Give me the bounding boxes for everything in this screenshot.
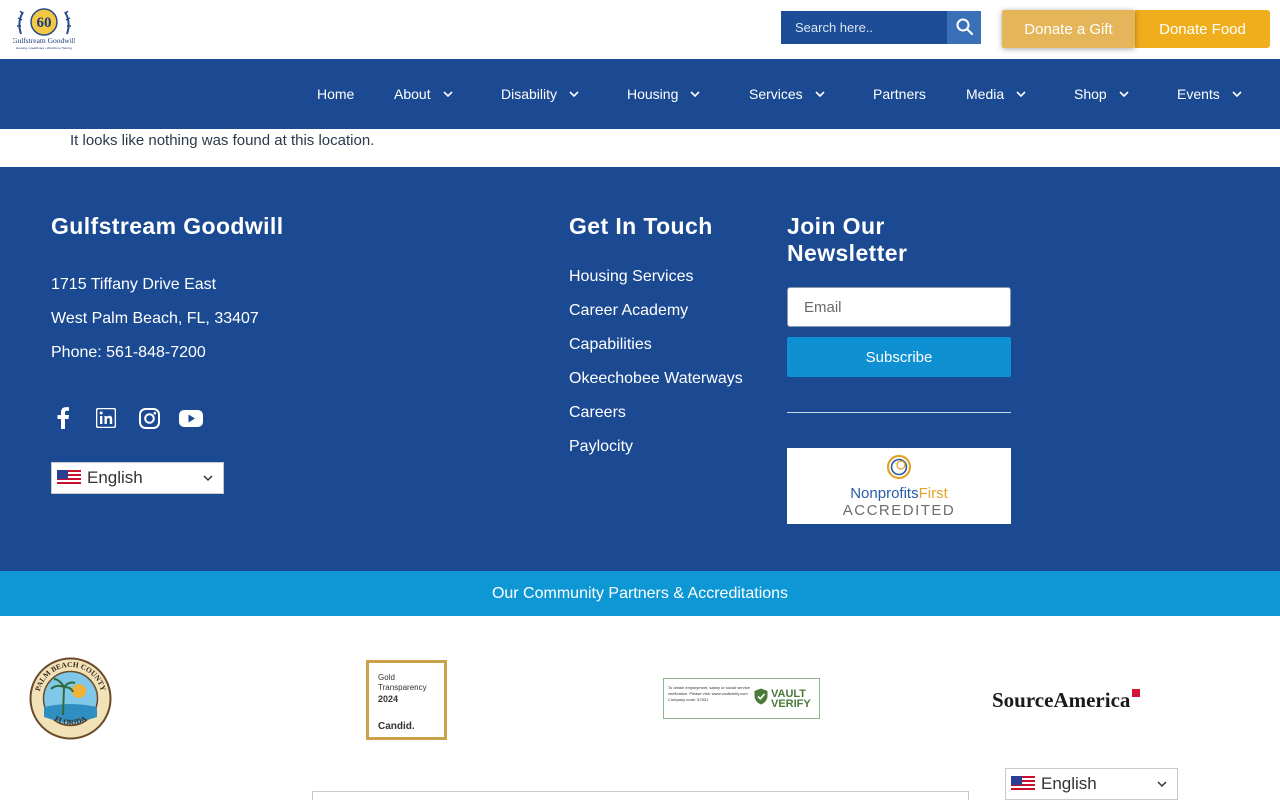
nav-item-shop[interactable]: Shop [1074, 59, 1131, 129]
footer-link-paylocity[interactable]: Paylocity [569, 438, 633, 456]
vault-verify-label: VAULT VERIFY [768, 687, 811, 710]
nav-item-services[interactable]: Services [749, 59, 827, 129]
candid-year: 2024 [378, 694, 399, 704]
subscribe-button[interactable]: Subscribe [787, 337, 1011, 377]
chevron-down-icon [567, 87, 581, 101]
nav-item-partners[interactable]: Partners [873, 59, 926, 129]
footer-link-capabilities[interactable]: Capabilities [569, 336, 652, 354]
nonprofits-first-badge[interactable]: NonprofitsFirst ACCREDITED [787, 448, 1011, 524]
sourceamerica-text: SourceAmerica [992, 688, 1131, 712]
nonprofits-first-logo-icon [885, 454, 913, 485]
email-field[interactable] [787, 287, 1011, 327]
facebook-icon[interactable] [51, 406, 75, 430]
linkedin-icon[interactable] [94, 406, 118, 430]
donate-food-button[interactable]: Donate Food [1135, 10, 1270, 48]
chevron-down-icon [1230, 87, 1244, 101]
search-icon [956, 18, 973, 38]
footer-org-heading: Gulfstream Goodwill [51, 213, 284, 239]
partners-band-label: Our Community Partners & Accreditations [491, 584, 789, 602]
nav-item-about[interactable]: About [394, 59, 455, 129]
candid-line2: Transparency [378, 683, 427, 692]
footer-link-careers[interactable]: Careers [569, 404, 626, 422]
embedded-frame [312, 791, 969, 800]
candid-line1: Gold [378, 673, 395, 682]
footer-divider [787, 412, 1011, 413]
us-flag-icon [1011, 776, 1035, 792]
nav-item-housing[interactable]: Housing [627, 59, 702, 129]
page: 60 Gulfstream Goodwill Housing • Healthc… [0, 0, 1280, 800]
candid-transparency-badge[interactable]: Gold Transparency 2024 Candid. [366, 660, 447, 740]
chevron-down-icon [813, 87, 827, 101]
chevron-down-icon [1014, 87, 1028, 101]
svg-text:Housing • Healthcare • Workfor: Housing • Healthcare • Workforce Trainin… [16, 46, 72, 50]
vault-verify-brand: VAULT VERIFY [754, 679, 819, 718]
nav-label: Home [317, 86, 355, 102]
nav-label: Events [1177, 86, 1220, 102]
nav-item-disability[interactable]: Disability [501, 59, 581, 129]
language-label: English [1041, 774, 1097, 793]
chevron-down-icon [1155, 777, 1169, 791]
nav-label: Media [966, 86, 1005, 102]
top-bar: 60 Gulfstream Goodwill Housing • Healthc… [0, 0, 1280, 71]
nav-label: Disability [501, 86, 558, 102]
badge-line1-a: Nonprofits [850, 484, 919, 502]
nav-label: About [394, 86, 431, 102]
search-input[interactable] [781, 11, 947, 44]
language-selector-floating[interactable]: English [1005, 768, 1178, 800]
phone-number: Phone: 561-848-7200 [51, 344, 206, 361]
chevron-down-icon [201, 471, 215, 485]
badge-line1-b: First [918, 484, 948, 502]
sourceamerica-square-icon [1132, 689, 1141, 697]
get-in-touch-heading: Get In Touch [569, 213, 713, 239]
sourceamerica-logo[interactable]: SourceAmerica [992, 688, 1167, 712]
nav-label: Partners [873, 86, 926, 102]
language-selector[interactable]: English [51, 462, 224, 494]
badge-line1: NonprofitsFirst [850, 485, 948, 502]
us-flag-icon [57, 470, 81, 486]
language-label: English [87, 468, 143, 487]
not-found-message: It looks like nothing was found at this … [70, 132, 375, 149]
vault-brand-2: VERIFY [771, 697, 811, 710]
youtube-icon[interactable] [179, 406, 203, 430]
palm-beach-county-seal[interactable]: PALM BEACH COUNTY FLORIDA [29, 657, 112, 740]
footer-link-okeechobee-waterways[interactable]: Okeechobee Waterways [569, 370, 743, 388]
instagram-icon[interactable] [137, 406, 161, 430]
newsletter-heading: Join Our Newsletter [787, 213, 908, 266]
nav-label: Services [749, 86, 803, 102]
search-button[interactable] [947, 11, 981, 44]
badge-line2: ACCREDITED [842, 501, 956, 519]
nav-item-events[interactable]: Events [1177, 59, 1244, 129]
svg-text:60: 60 [37, 15, 52, 31]
nav-label: Housing [627, 86, 679, 102]
footer-link-career-academy[interactable]: Career Academy [569, 302, 688, 320]
vault-verify-badge[interactable]: To obtain employment, salary or social s… [663, 678, 820, 719]
nav-item-home[interactable]: Home [317, 59, 354, 129]
vault-brand-1: VAULT [771, 687, 807, 700]
chevron-down-icon [1117, 87, 1131, 101]
nav-item-media[interactable]: Media [966, 59, 1028, 129]
search-form [781, 11, 981, 44]
main-nav: Home About Disability Housing Services P… [0, 59, 1280, 129]
goodwill-60-logo[interactable]: 60 Gulfstream Goodwill Housing • Healthc… [12, 4, 76, 52]
vault-verify-text: To obtain employment, salary or social s… [668, 685, 750, 702]
site-footer: Gulfstream Goodwill 1715 Tiffany Drive E… [0, 167, 1280, 571]
shield-check-icon [754, 688, 768, 710]
address-line1: 1715 Tiffany Drive East [51, 276, 217, 293]
svg-text:Gulfstream Goodwill: Gulfstream Goodwill [13, 36, 75, 45]
footer-link-housing-services[interactable]: Housing Services [569, 268, 694, 286]
nav-label: Shop [1074, 86, 1107, 102]
chevron-down-icon [441, 87, 455, 101]
donate-gift-button[interactable]: Donate a Gift [1002, 10, 1135, 48]
partners-band: Our Community Partners & Accreditations [0, 571, 1280, 616]
address-line2: West Palm Beach, FL, 33407 [51, 310, 259, 327]
chevron-down-icon [688, 87, 702, 101]
candid-brand: Candid. [378, 721, 415, 732]
